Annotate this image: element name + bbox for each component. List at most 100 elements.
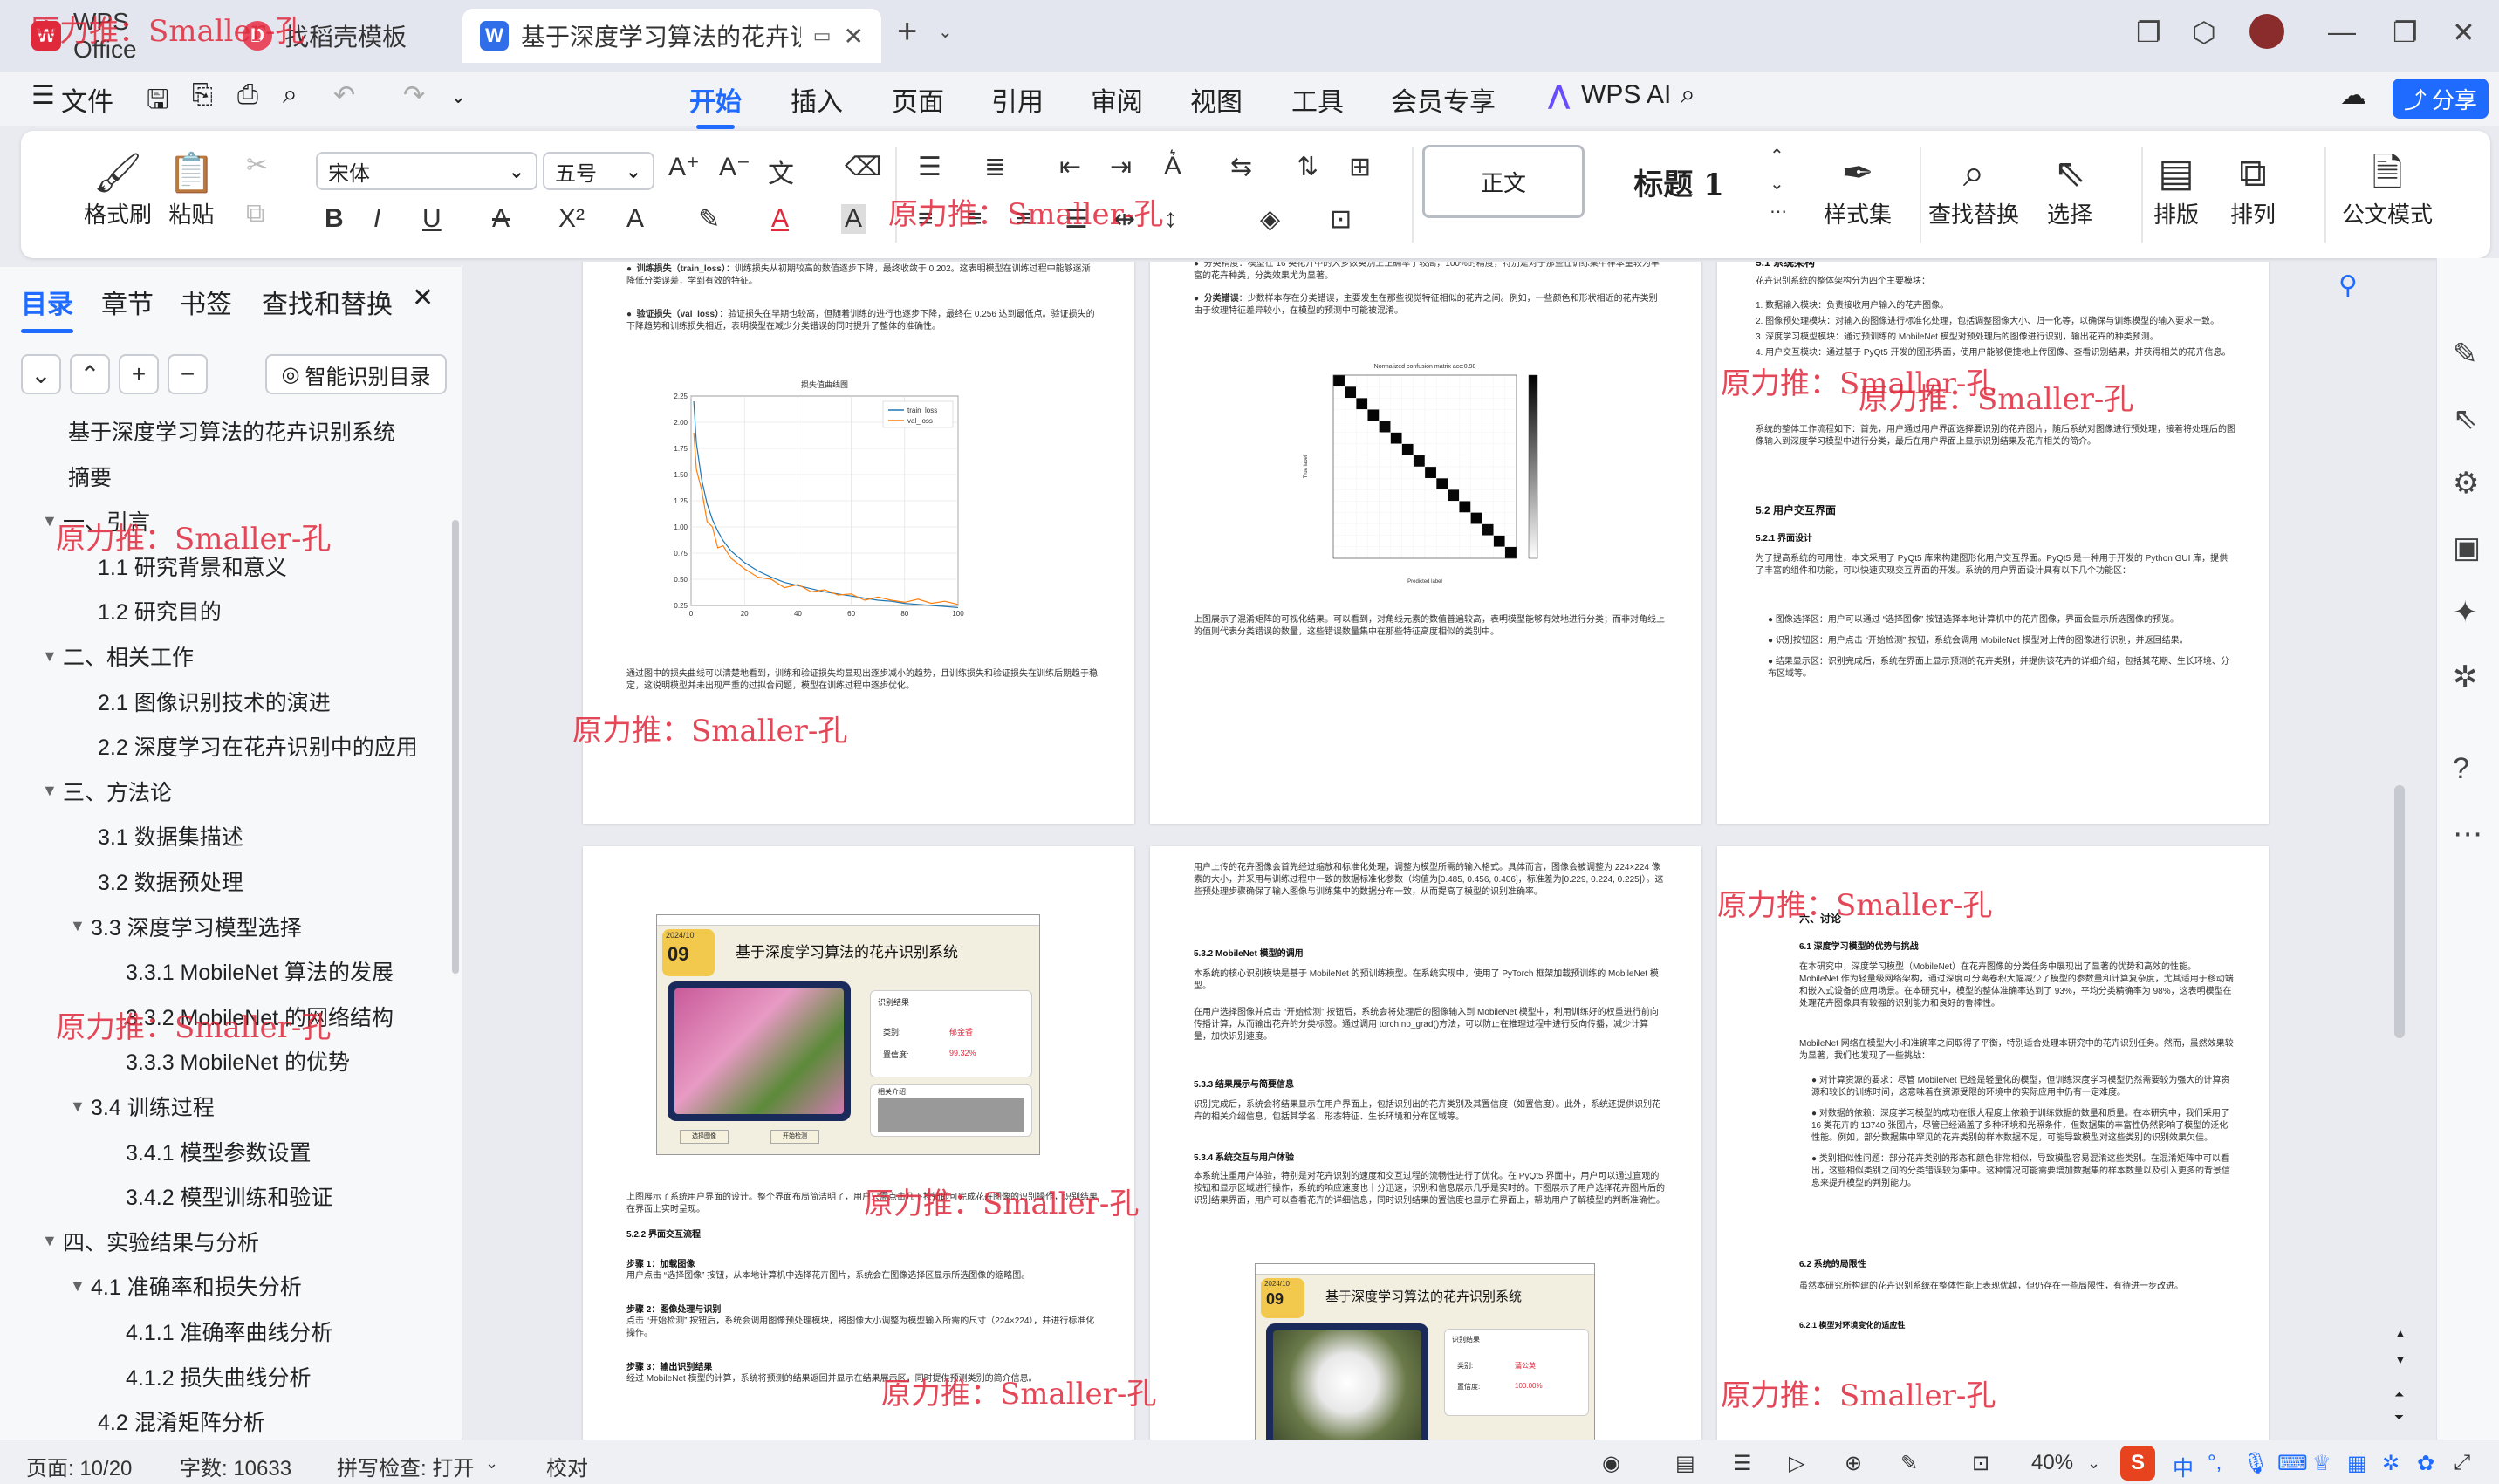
- italic-icon[interactable]: I: [373, 204, 380, 234]
- nav-tab-bookmark[interactable]: 书签: [180, 283, 232, 321]
- format-painter-button[interactable]: 🖌 格式刷: [84, 150, 152, 229]
- ime-logo-icon[interactable]: S: [2120, 1446, 2155, 1481]
- copy-icon[interactable]: ⧉: [246, 199, 264, 229]
- nav-tab-find[interactable]: 查找和替换: [262, 283, 393, 321]
- superscript-icon[interactable]: X²: [558, 204, 585, 234]
- hamburger-icon[interactable]: ☰: [31, 80, 55, 111]
- outline-view-icon[interactable]: ☰: [1733, 1451, 1752, 1476]
- grow-font-icon[interactable]: A⁺: [668, 152, 700, 182]
- font-color-icon[interactable]: A: [771, 204, 789, 234]
- add-heading-button[interactable]: +: [119, 354, 159, 394]
- toc-item[interactable]: 2.1 图像识别技术的演进: [98, 684, 331, 719]
- word-count[interactable]: 字数: 10633: [180, 1451, 291, 1481]
- style-heading-1[interactable]: 标题 1: [1592, 145, 1766, 218]
- close-tab-icon[interactable]: ✕: [844, 22, 864, 51]
- toc-item[interactable]: 3.2 数据预处理: [98, 864, 243, 899]
- toc-item[interactable]: ▼ 三、方法论: [42, 774, 172, 809]
- toc-expand-icon[interactable]: ▼: [42, 782, 58, 800]
- official-mode-button[interactable]: 🗎 公文模式: [2342, 150, 2433, 229]
- menu-reference[interactable]: 引用: [991, 80, 1044, 119]
- layout-button[interactable]: ▤ 排版: [2153, 150, 2199, 229]
- puzzle-icon[interactable]: ✲: [2453, 660, 2478, 694]
- toc-item[interactable]: ▼ 3.3 深度学习模型选择: [70, 909, 302, 944]
- avatar[interactable]: [2249, 14, 2284, 49]
- toc-item[interactable]: ▼ 一、引言: [42, 503, 150, 538]
- menu-page[interactable]: 页面: [892, 80, 944, 119]
- numbered-list-icon[interactable]: ≣: [984, 152, 1006, 182]
- page-view-icon[interactable]: ▤: [1675, 1451, 1695, 1476]
- shirt-icon[interactable]: ♕: [2312, 1451, 2331, 1476]
- sort-icon[interactable]: ⇅: [1297, 152, 1318, 182]
- help-icon[interactable]: ?: [2453, 752, 2469, 786]
- chevron-down-icon[interactable]: ⌄: [2087, 1454, 2100, 1473]
- style-set-button[interactable]: ✒ 样式集: [1824, 150, 1892, 229]
- char-shading-icon[interactable]: A: [841, 204, 866, 234]
- toc-item[interactable]: 基于深度学习算法的花卉识别系统: [68, 414, 395, 448]
- close-window-icon[interactable]: ✕: [2452, 16, 2475, 49]
- phonetic-icon[interactable]: 文: [768, 152, 794, 190]
- toc-item[interactable]: 4.1.1 准确率曲线分析: [126, 1314, 333, 1349]
- toc-item[interactable]: ▼ 3.4 训练过程: [70, 1089, 215, 1124]
- toc-item[interactable]: 3.1 数据集描述: [98, 818, 243, 853]
- toc-expand-icon[interactable]: ▼: [70, 917, 86, 935]
- cube-icon[interactable]: ⬡: [2192, 16, 2216, 49]
- cut-icon[interactable]: ✂: [246, 150, 268, 181]
- menu-wps-ai[interactable]: WPS AI: [1581, 80, 1671, 110]
- microphone-icon[interactable]: 🎙: [2242, 1451, 2269, 1476]
- nav-tab-chapter[interactable]: 章节: [101, 283, 154, 321]
- increase-indent-icon[interactable]: ⇥: [1110, 152, 1132, 182]
- expand-icon[interactable]: ⤢: [2454, 1451, 2470, 1475]
- toc-item[interactable]: 4.2 混淆矩阵分析: [98, 1404, 265, 1439]
- ime-chinese-icon[interactable]: 中: [2173, 1451, 2194, 1481]
- scroll-down-icon[interactable]: ▼: [2394, 1352, 2407, 1366]
- toc-item[interactable]: 3.3.1 MobileNet 算法的发展: [126, 954, 394, 988]
- web-view-icon[interactable]: ⊕: [1845, 1451, 1862, 1476]
- menu-home[interactable]: 开始: [689, 80, 742, 129]
- collapse-down-button[interactable]: ⌄: [21, 354, 61, 394]
- toc-item[interactable]: 3.4.2 模型训练和验证: [126, 1179, 333, 1214]
- style-scroll-up-icon[interactable]: ⌃: [1770, 145, 1784, 167]
- pointer-icon[interactable]: ⇖: [2453, 401, 2478, 436]
- quick-access-chevron-icon[interactable]: ⌄: [450, 85, 466, 108]
- bullet-list-icon[interactable]: ☰: [918, 152, 941, 182]
- tab-docer[interactable]: D 找稻壳模板: [225, 9, 454, 63]
- style-scroll-down-icon[interactable]: ⌄: [1770, 173, 1784, 195]
- print-preview-icon[interactable]: ⌕: [283, 80, 298, 110]
- undo-icon[interactable]: ↶: [333, 80, 355, 111]
- document-scrollbar[interactable]: ▲ ▼ ⏶ ⏷: [2391, 262, 2412, 1440]
- style-more-icon[interactable]: ⋯: [1770, 201, 1787, 222]
- convert-icon[interactable]: ⇆: [1230, 152, 1252, 182]
- toc-expand-icon[interactable]: ▼: [42, 512, 58, 530]
- menu-review[interactable]: 审阅: [1091, 80, 1143, 119]
- image-icon[interactable]: ▣: [2453, 530, 2481, 565]
- arrange-button[interactable]: ⧉ 排列: [2230, 150, 2276, 229]
- export-icon[interactable]: ⎘: [192, 80, 213, 110]
- window-switch-icon[interactable]: ❐: [2136, 16, 2161, 49]
- toc-item[interactable]: 3.4.1 模型参数设置: [126, 1134, 312, 1169]
- chevron-down-icon[interactable]: ⌄: [485, 1454, 498, 1473]
- toc-expand-icon[interactable]: ▼: [42, 647, 58, 666]
- more-icon[interactable]: ⋯: [2453, 817, 2482, 851]
- cloud-upload-icon[interactable]: ☁: [2340, 80, 2366, 111]
- pen-mode-icon[interactable]: ✎: [1900, 1451, 1918, 1476]
- justify-icon[interactable]: ☰: [1065, 204, 1088, 235]
- page-indicator[interactable]: 页面: 10/20: [26, 1451, 132, 1481]
- menu-view[interactable]: 视图: [1190, 80, 1243, 119]
- print-icon[interactable]: ⎙: [237, 80, 258, 110]
- skin-icon[interactable]: ✿: [2417, 1451, 2434, 1476]
- keyboard-icon[interactable]: ⌨: [2277, 1451, 2308, 1476]
- text-direction-icon[interactable]: A͛: [1164, 152, 1181, 181]
- shading-icon[interactable]: ◈: [1260, 204, 1280, 235]
- select-button[interactable]: ⇖ 选择: [2047, 150, 2092, 229]
- minimize-icon[interactable]: —: [2328, 16, 2356, 48]
- prev-page-icon[interactable]: ⏶: [2394, 1387, 2404, 1402]
- line-spacing-icon[interactable]: ↕: [1164, 204, 1177, 234]
- toc-item[interactable]: 摘要: [68, 459, 112, 494]
- location-pin-icon[interactable]: ⚲: [2338, 270, 2358, 301]
- underline-icon[interactable]: U: [422, 204, 442, 234]
- align-right-icon[interactable]: ≡: [1016, 204, 1031, 234]
- smart-toc-button[interactable]: ◎ 智能识别目录: [265, 354, 447, 394]
- fit-page-icon[interactable]: ⊡: [1972, 1451, 1989, 1476]
- strikethrough-icon[interactable]: A: [492, 204, 510, 234]
- collapse-up-button[interactable]: ⌃: [70, 354, 110, 394]
